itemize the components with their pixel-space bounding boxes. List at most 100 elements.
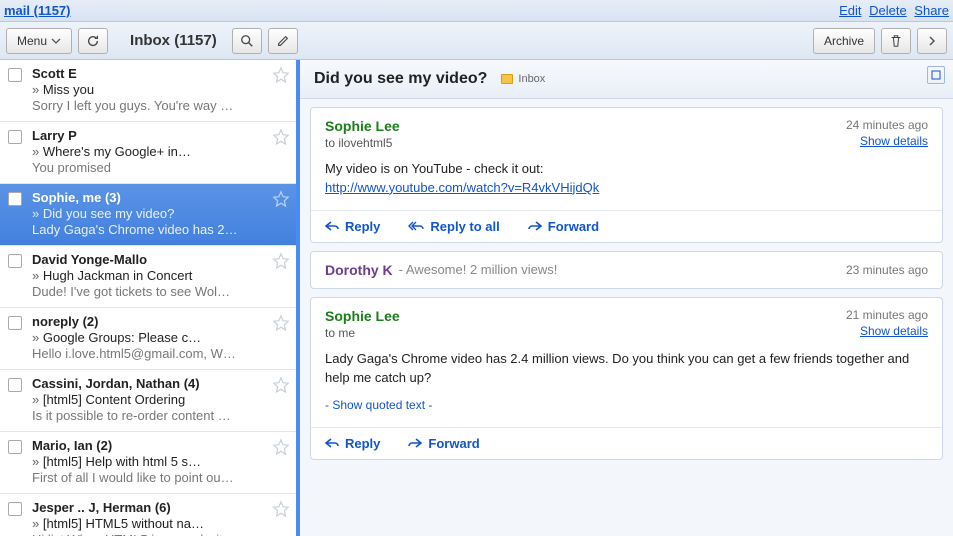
body-text: Lady Gaga's Chrome video has 2.4 million… [325,351,909,385]
list-item[interactable]: Larry P» Where's my Google+ in…You promi… [0,122,296,184]
reply-button[interactable]: Reply [325,219,380,234]
checkbox[interactable] [8,316,22,330]
more-button[interactable] [917,28,947,54]
reply-all-icon [408,220,424,232]
snippet: Hi list When HTML5 is served wit… [32,532,268,536]
star-button[interactable] [272,190,290,237]
list-item[interactable]: Mario, Ian (2)» [html5] Help with html 5… [0,432,296,494]
conversation-pane[interactable]: Did you see my video? Inbox Sophie Lee t… [300,60,953,536]
message-card: Sophie Lee to me 21 minutes ago Show det… [310,297,943,460]
share-link[interactable]: Share [914,3,949,18]
search-button[interactable] [232,28,262,54]
star-button[interactable] [272,314,290,361]
sender: noreply (2) [32,314,268,329]
snippet: Lady Gaga's Chrome video has 2… [32,222,268,237]
label-text: Inbox [518,73,545,85]
message-actions: Reply Reply to all Forward [311,210,942,242]
forward-icon [528,220,542,232]
chevron-right-icon [927,34,937,48]
snippet: You promised [32,160,268,175]
conversation-subject: Did you see my video? [314,70,487,88]
snippet: First of all I would like to point ou… [32,470,268,485]
message-card: Sophie Lee to ilovehtml5 24 minutes ago … [310,107,943,243]
sender: Larry P [32,128,268,143]
app-topbar: mail (1157) Edit Delete Share [0,0,953,22]
reply-all-button[interactable]: Reply to all [408,219,499,234]
checkbox[interactable] [8,378,22,392]
youtube-link[interactable]: http://www.youtube.com/watch?v=R4vkVHijd… [325,180,599,195]
sender: Mario, Ian (2) [32,438,268,453]
list-item[interactable]: David Yonge-Mallo» Hugh Jackman in Conce… [0,246,296,308]
list-item[interactable]: Cassini, Jordan, Nathan (4)» [html5] Con… [0,370,296,432]
sender: Cassini, Jordan, Nathan (4) [32,376,268,391]
checkbox[interactable] [8,440,22,454]
list-item[interactable]: Sophie, me (3)» Did you see my video?Lad… [0,184,296,246]
archive-label: Archive [824,34,864,48]
checkbox[interactable] [8,254,22,268]
tag-icon [501,74,513,84]
compose-icon [276,34,290,48]
subject-line: » Miss you [32,82,268,97]
message-to: to me [325,326,400,340]
forward-icon [408,437,422,449]
checkbox[interactable] [8,130,22,144]
subject-line: » Where's my Google+ in… [32,144,268,159]
snippet: Is it possible to re-order content … [32,408,268,423]
star-button[interactable] [272,438,290,485]
toolbar: Menu Inbox (1157) Archive [0,22,953,60]
subject-line: » [html5] Help with html 5 s… [32,454,268,469]
app-title[interactable]: mail (1157) [4,3,71,18]
star-button[interactable] [272,500,290,536]
star-button[interactable] [272,66,290,113]
sender: Scott E [32,66,268,81]
expand-button[interactable] [927,66,945,84]
list-item[interactable]: noreply (2)» Google Groups: Please c…Hel… [0,308,296,370]
forward-button[interactable]: Forward [408,436,479,451]
star-button[interactable] [272,128,290,175]
archive-button[interactable]: Archive [813,28,875,54]
show-quoted-link[interactable]: - Show quoted text - [325,397,928,414]
star-button[interactable] [272,376,290,423]
show-details-link[interactable]: Show details [846,134,928,148]
refresh-icon [86,34,100,48]
message-time: 24 minutes ago [846,118,928,132]
star-button[interactable] [272,252,290,299]
checkbox[interactable] [8,502,22,516]
reply-icon [325,220,339,232]
checkbox[interactable] [8,192,22,206]
message-from[interactable]: Sophie Lee [325,308,400,324]
message-body: My video is on YouTube - check it out: h… [311,154,942,210]
refresh-button[interactable] [78,28,108,54]
body-text: My video is on YouTube - check it out: [325,161,543,176]
reply-button[interactable]: Reply [325,436,380,451]
message-list[interactable]: Scott E» Miss youSorry I left you guys. … [0,60,300,536]
message-from[interactable]: Sophie Lee [325,118,400,134]
topbar-links: Edit Delete Share [835,3,949,18]
trash-icon [889,34,903,48]
folder-title: Inbox (1157) [130,32,217,49]
list-item[interactable]: Jesper .. J, Herman (6)» [html5] HTML5 w… [0,494,296,536]
reply-icon [325,437,339,449]
expand-icon [931,70,941,80]
compose-button[interactable] [268,28,298,54]
menu-label: Menu [17,34,47,48]
forward-button[interactable]: Forward [528,219,599,234]
conversation-header: Did you see my video? Inbox [300,60,953,99]
sender: Jesper .. J, Herman (6) [32,500,268,515]
subject-line: » Google Groups: Please c… [32,330,268,345]
edit-link[interactable]: Edit [839,3,861,18]
message-to: to ilovehtml5 [325,136,400,150]
show-details-link[interactable]: Show details [846,324,928,338]
delete-link[interactable]: Delete [869,3,907,18]
subject-line: » [html5] HTML5 without na… [32,516,268,531]
subject-line: » Hugh Jackman in Concert [32,268,268,283]
list-item[interactable]: Scott E» Miss youSorry I left you guys. … [0,60,296,122]
trash-button[interactable] [881,28,911,54]
snippet: Hello i.love.html5@gmail.com, W… [32,346,268,361]
checkbox[interactable] [8,68,22,82]
folder-label[interactable]: Inbox [501,73,545,85]
menu-button[interactable]: Menu [6,28,72,54]
message-actions: Reply Forward [311,427,942,459]
sender: Sophie, me (3) [32,190,268,205]
collapsed-message[interactable]: Dorothy K - Awesome! 2 million views! 23… [310,251,943,289]
